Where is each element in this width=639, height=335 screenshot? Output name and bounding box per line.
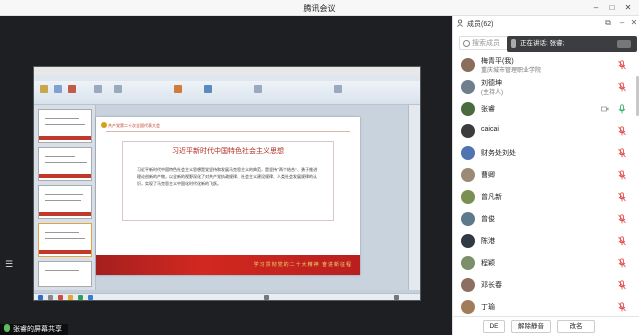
mic-on-icon[interactable] — [617, 104, 627, 114]
current-slide: 共产党第二十次全国代表大会 习近平新时代中国特色社会主义思想 习近平新时代中国特… — [96, 117, 360, 275]
slide-body: 习近平新时代中国特色社会主义思想是党坚持和发展马克思主义的典范，是坚持“两个结合… — [137, 167, 318, 186]
slide-divider — [106, 131, 350, 132]
mic-muted-icon[interactable] — [617, 236, 627, 246]
member-row[interactable]: 曾俊 — [453, 209, 639, 229]
member-name: 程颖 — [481, 260, 495, 267]
popout-icon[interactable]: ⧉ — [603, 18, 613, 28]
title-bar: 腾讯会议 – □ ✕ — [0, 0, 639, 16]
unmute-all-button[interactable]: 解除静音 — [511, 320, 551, 333]
camera-icon[interactable] — [601, 105, 609, 113]
members-panel-footer: DE 解除静音 改名 — [453, 316, 639, 335]
member-row[interactable]: 刘德坤 (主持人) — [453, 77, 639, 97]
avatar — [461, 124, 475, 138]
member-row[interactable]: 丁瑜 — [453, 297, 639, 317]
mic-muted-icon[interactable] — [617, 302, 627, 312]
avatar — [461, 58, 475, 72]
search-icon — [463, 40, 470, 47]
avatar — [461, 146, 475, 160]
members-panel: 成员(62) ⧉ – ✕ 正在讲话: 张睿; 梅青平(我)重庆城市管理职业学院刘… — [452, 16, 639, 335]
slide-content-box: 习近平新时代中国特色社会主义思想 习近平新时代中国特色社会主义思想是党坚持和发展… — [122, 141, 334, 221]
member-row[interactable]: 财务处刘处 — [453, 143, 639, 163]
slide-thumbnail[interactable] — [38, 185, 92, 219]
members-count-title: 成员(62) — [467, 21, 494, 28]
member-name: 曹卿 — [481, 172, 495, 179]
member-name: caicai — [481, 126, 499, 133]
mic-muted-icon[interactable] — [617, 170, 627, 180]
window-title: 腾讯会议 — [303, 4, 336, 13]
avatar — [461, 300, 475, 314]
slide-thumbnail[interactable] — [38, 147, 92, 181]
powerpoint-ribbon — [34, 81, 420, 105]
avatar — [461, 102, 475, 116]
member-subtitle: 重庆城市管理职业学院 — [481, 68, 542, 74]
mic-muted-icon[interactable] — [617, 60, 627, 70]
slide-thumbnail[interactable] — [38, 261, 92, 287]
member-row[interactable]: 邓长春 — [453, 275, 639, 295]
speaking-indicator: 正在讲话: 张睿; — [507, 36, 637, 52]
avatar — [461, 278, 475, 292]
mic-muted-icon[interactable] — [617, 280, 627, 290]
slide-editor-canvas: 共产党第二十次全国代表大会 习近平新时代中国特色社会主义思想 习近平新时代中国特… — [96, 105, 410, 290]
member-name: 陈港 — [481, 238, 495, 245]
mic-icon — [4, 324, 10, 332]
speaker-avatar — [617, 40, 631, 48]
screen-share-label: 张睿的屏幕共享 — [0, 324, 68, 335]
member-name: 邓长春 — [481, 282, 502, 289]
vertical-scrollbar[interactable] — [408, 105, 420, 290]
members-list: 梅青平(我) 重庆城市管理职业学院 刘德坤 (主持人) 张睿 caicai 财务处刘处曹卿曾… — [453, 55, 639, 323]
slide-header: 共产党第二十次全国代表大会 — [108, 123, 160, 128]
avatar — [461, 168, 475, 182]
panel-minimize-icon[interactable]: – — [617, 18, 627, 28]
avatar — [461, 80, 475, 94]
slide-heading: 习近平新时代中国特色社会主义思想 — [172, 147, 284, 155]
avatar — [461, 234, 475, 248]
member-subtitle: (主持人) — [481, 90, 503, 96]
close-icon[interactable]: ✕ — [622, 2, 634, 14]
member-name: 丁瑜 — [481, 304, 495, 311]
mic-muted-icon[interactable] — [617, 82, 627, 92]
slide-footer-banner: 学习贯彻党的二十大精神 奋进新征程 — [96, 255, 360, 275]
member-row[interactable]: caicai — [453, 121, 639, 141]
member-name: 财务处刘处 — [481, 150, 516, 157]
mic-muted-icon[interactable] — [617, 126, 627, 136]
member-row[interactable]: 梅青平(我) 重庆城市管理职业学院 — [453, 55, 639, 75]
member-name: 曾凡新 — [481, 194, 502, 201]
shared-screen: 共产党第二十次全国代表大会 习近平新时代中国特色社会主义思想 习近平新时代中国特… — [33, 66, 421, 301]
slide-footer-text: 学习贯彻党的二十大精神 奋进新征程 — [253, 262, 352, 268]
member-row[interactable]: 程颖 — [453, 253, 639, 273]
mic-muted-icon[interactable] — [617, 258, 627, 268]
panel-close-icon[interactable]: ✕ — [629, 18, 639, 28]
windows-taskbar — [34, 293, 420, 300]
member-row[interactable]: 张睿 — [453, 99, 639, 119]
screen-share-owner: 张睿的屏幕共享 — [13, 326, 62, 333]
de-button[interactable]: DE — [483, 320, 505, 333]
slide-thumbnail[interactable] — [38, 109, 92, 143]
mic-icon — [511, 39, 516, 48]
member-row[interactable]: 曹卿 — [453, 165, 639, 185]
speaking-text: 正在讲话: 张睿; — [520, 40, 565, 47]
list-toggle-icon[interactable]: ☰ — [4, 259, 14, 269]
minimize-icon[interactable]: – — [590, 2, 602, 14]
slide-thumbnail-selected[interactable] — [38, 223, 92, 257]
maximize-icon[interactable]: □ — [606, 2, 618, 14]
powerpoint-titlebar — [34, 67, 420, 75]
member-row[interactable]: 陈港 — [453, 231, 639, 251]
party-emblem-icon — [101, 122, 107, 128]
member-row[interactable]: 曾凡新 — [453, 187, 639, 207]
slide-thumbnail-pane — [34, 105, 96, 290]
avatar — [461, 190, 475, 204]
member-name: 曾俊 — [481, 216, 495, 223]
shared-screen-area: 共产党第二十次全国代表大会 习近平新时代中国特色社会主义思想 习近平新时代中国特… — [0, 16, 452, 335]
avatar — [461, 256, 475, 270]
members-panel-header: 成员(62) ⧉ – ✕ — [453, 16, 639, 30]
mic-muted-icon[interactable] — [617, 214, 627, 224]
rename-button[interactable]: 改名 — [557, 320, 595, 333]
member-name: 张睿 — [481, 106, 495, 113]
members-icon — [457, 19, 463, 27]
avatar — [461, 212, 475, 226]
mic-muted-icon[interactable] — [617, 192, 627, 202]
mic-muted-icon[interactable] — [617, 148, 627, 158]
